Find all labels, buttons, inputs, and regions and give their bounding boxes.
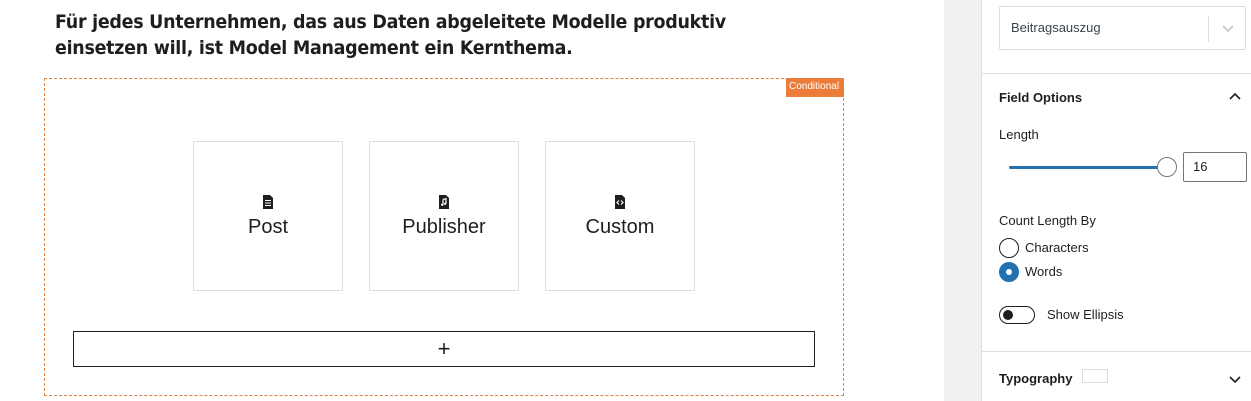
editor-canvas: Für jedes Unternehmen, das aus Daten abg… <box>0 0 944 401</box>
characters-radio-label[interactable]: Characters <box>1025 240 1089 255</box>
conditional-block[interactable]: Conditional Post Publisher Custom + <box>44 78 844 396</box>
typography-title[interactable]: Typography <box>999 371 1072 386</box>
field-select-value: Beitragsauszug <box>1011 20 1101 35</box>
post-card[interactable]: Post <box>193 141 343 291</box>
custom-card[interactable]: Custom <box>545 141 695 291</box>
show-ellipsis-toggle[interactable] <box>999 306 1035 324</box>
conditional-tag: Conditional <box>786 78 844 97</box>
length-label: Length <box>999 127 1039 142</box>
publisher-card-label: Publisher <box>402 215 486 238</box>
section-divider <box>982 73 1251 74</box>
add-block-button[interactable]: + <box>73 331 815 367</box>
publisher-card[interactable]: Publisher <box>369 141 519 291</box>
post-document-icon <box>263 194 273 209</box>
field-select[interactable]: Beitragsauszug <box>999 6 1246 50</box>
post-card-label: Post <box>247 215 289 238</box>
intro-paragraph[interactable]: Für jedes Unternehmen, das aus Daten abg… <box>55 9 773 61</box>
select-separator <box>1208 16 1209 42</box>
settings-sidebar: Beitragsauszug Field Options Length 16 C… <box>981 0 1251 401</box>
custom-card-label: Custom <box>585 215 655 238</box>
words-radio[interactable] <box>999 262 1019 282</box>
field-options-title[interactable]: Field Options <box>999 90 1082 105</box>
length-input[interactable]: 16 <box>1183 152 1247 182</box>
chevron-down-icon[interactable] <box>1220 20 1236 36</box>
show-ellipsis-label[interactable]: Show Ellipsis <box>1047 307 1124 322</box>
music-file-icon <box>439 194 449 209</box>
chevron-up-icon[interactable] <box>1227 89 1243 105</box>
toggle-knob <box>1003 310 1013 320</box>
section-divider <box>982 351 1251 352</box>
characters-radio[interactable] <box>999 238 1019 258</box>
length-slider-track[interactable] <box>1009 166 1167 169</box>
chevron-down-icon[interactable] <box>1227 371 1243 387</box>
words-radio-label[interactable]: Words <box>1025 264 1062 279</box>
canvas-gutter <box>944 0 981 401</box>
code-file-icon <box>615 194 625 209</box>
length-slider-thumb[interactable] <box>1157 157 1177 177</box>
count-length-by-label: Count Length By <box>999 213 1096 228</box>
typography-swatch <box>1082 369 1108 383</box>
